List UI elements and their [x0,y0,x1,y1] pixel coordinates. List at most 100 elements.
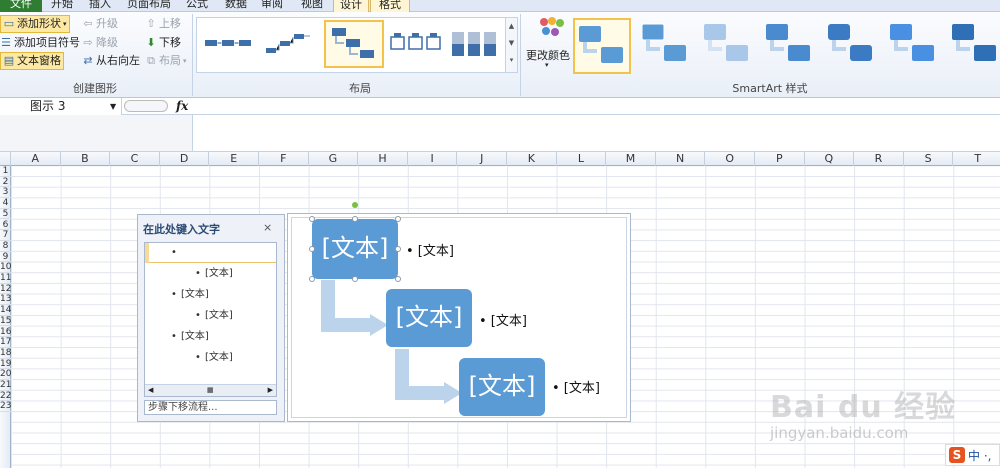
text-pane-item[interactable]: • [文本] [145,306,276,326]
add-shape-button[interactable]: ▭ 添加形状 ▾ [0,15,70,33]
column-header-p[interactable]: P [755,152,805,166]
text-pane-item[interactable]: • [145,243,276,263]
row-header-11[interactable]: 11 [0,273,11,284]
right-to-left-button[interactable]: ⇄ 从右向左 [82,52,140,70]
row-header-5[interactable]: 5 [0,209,11,220]
row-header-17[interactable]: 17 [0,337,11,348]
smartart-frame[interactable]: [文本] • [文本] [文本] • [文本] [文本] • [文本] [287,202,631,422]
tab-page-layout[interactable]: 页面布局 [125,0,173,12]
tab-home[interactable]: 开始 [48,0,76,12]
smartart-bullet-3[interactable]: • [文本] [552,377,600,396]
move-down-button[interactable]: ⬇ 下移 [145,34,181,52]
sogou-ime-icon[interactable]: S [949,447,965,463]
column-header-c[interactable]: C [110,152,160,166]
row-header-13[interactable]: 13 [0,294,11,306]
tab-view[interactable]: 视图 [298,0,326,12]
style-thumb-white-outline[interactable] [638,18,696,74]
column-header-j[interactable]: J [457,152,507,166]
row-header-1[interactable]: 1 [0,166,11,177]
column-header-r[interactable]: R [854,152,904,166]
column-header-l[interactable]: L [557,152,607,166]
formula-input[interactable] [192,115,1000,152]
layout-thumb-pictures[interactable] [448,20,508,68]
row-header-4[interactable]: 4 [0,198,11,209]
close-icon[interactable]: ⨯ [263,221,272,234]
resize-handle-icon[interactable] [395,276,401,282]
layout-thumb-step-down[interactable] [324,20,384,68]
gallery-expand-icon[interactable]: ▾ [506,52,517,69]
row-header-15[interactable]: 15 [0,316,11,327]
ime-toolbar[interactable]: S 中 ·, [945,444,1000,466]
row-header-22[interactable]: 22 [0,391,11,402]
row-header-18[interactable]: 18 [0,348,11,359]
text-pane-list[interactable]: • • [文本] • [文本] • [文本] • [文本] • [文本] ◀ ▦… [144,242,277,397]
style-thumb-3d[interactable] [948,18,1000,74]
name-box[interactable]: 图示 3 [0,98,122,115]
text-pane-item[interactable]: • [文本] [145,348,276,368]
text-pane-horizontal-scrollbar[interactable]: ◀ ▦ ▶ [145,384,276,396]
tab-insert[interactable]: 插入 [86,0,114,12]
column-header-f[interactable]: F [259,152,309,166]
style-thumb-subtle[interactable] [700,18,758,74]
column-header-n[interactable]: N [656,152,706,166]
chevron-left-icon[interactable]: ◀ [148,385,153,396]
layout-thumb-accent-process[interactable] [387,20,447,68]
name-box-dropdown-icon[interactable]: ▼ [110,98,116,115]
column-header-h[interactable]: H [358,152,408,166]
row-header-14[interactable]: 14 [0,305,11,316]
gallery-scroll[interactable]: ▲ ▼ ▾ [505,18,517,72]
text-pane-item[interactable]: • [文本] [145,285,276,305]
promote-button[interactable]: ⇦ 升级 [82,15,118,33]
smartart-shape-2[interactable]: [文本] [386,289,472,347]
row-header-12[interactable]: 12 [0,284,11,295]
smartart-shape-3[interactable]: [文本] [459,358,545,416]
layout-description-link[interactable]: 步骤下移流程... [144,400,277,415]
row-header-6[interactable]: 6 [0,220,11,231]
select-all-corner[interactable] [0,152,11,166]
add-bullet-button[interactable]: ☰ 添加项目符号 [0,34,80,52]
column-header-a[interactable]: A [11,152,61,166]
tab-review[interactable]: 审阅 [258,0,286,12]
row-header-7[interactable]: 7 [0,230,11,241]
column-header-g[interactable]: G [309,152,359,166]
row-header-2[interactable]: 2 [0,177,11,188]
column-header-m[interactable]: M [606,152,656,166]
chevron-up-icon[interactable]: ▲ [506,18,517,35]
column-header-e[interactable]: E [209,152,259,166]
row-header-8[interactable]: 8 [0,241,11,252]
tab-data[interactable]: 数据 [222,0,250,12]
resize-handle-icon[interactable] [352,276,358,282]
resize-handle-icon[interactable] [309,246,315,252]
row-header-10[interactable]: 10 [0,262,11,273]
text-pane-item[interactable]: • [文本] [145,264,276,284]
column-header-b[interactable]: B [61,152,111,166]
ime-mode-label[interactable]: 中 ·, [968,447,991,464]
resize-handle-icon[interactable] [352,216,358,222]
row-header-23[interactable]: 23 [0,401,11,413]
row-header-16[interactable]: 16 [0,327,11,338]
row-header-3[interactable]: 3 [0,187,11,199]
style-thumb-moderate[interactable] [762,18,820,74]
smartart-bullet-2[interactable]: • [文本] [479,310,527,329]
chevron-right-icon[interactable]: ▶ [268,385,273,396]
row-header-9[interactable]: 9 [0,252,11,263]
row-header-21[interactable]: 21 [0,380,11,391]
column-header-s[interactable]: S [904,152,954,166]
smartart-shape-1[interactable]: [文本] [312,219,398,279]
change-colors-button[interactable]: 更改颜色 ▾ [526,16,570,76]
formula-bar-splitter[interactable] [124,100,168,112]
demote-button[interactable]: ⇨ 降级 [82,34,118,52]
row-header-19[interactable]: 19 [0,359,11,370]
column-header-k[interactable]: K [507,152,557,166]
layout-thumb-basic-process[interactable] [201,20,261,68]
layout-button[interactable]: ⧉ 布局 ▾ [145,52,186,70]
rotation-handle-icon[interactable] [352,202,358,208]
style-thumb-polished[interactable] [886,18,944,74]
scroll-thumb-icon[interactable]: ▦ [207,385,214,396]
column-header-q[interactable]: Q [805,152,855,166]
text-pane-item[interactable]: • [文本] [145,327,276,347]
tab-format[interactable]: 格式 [370,0,410,12]
smartart-bullet-1[interactable]: • [文本] [406,240,454,259]
column-header-o[interactable]: O [705,152,755,166]
resize-handle-icon[interactable] [395,216,401,222]
